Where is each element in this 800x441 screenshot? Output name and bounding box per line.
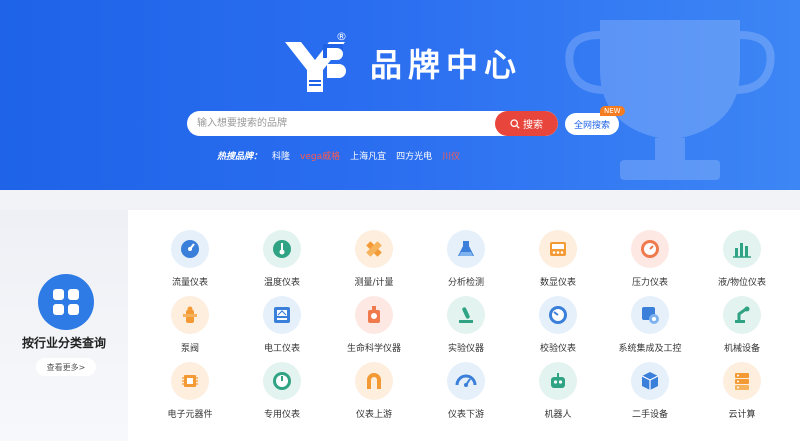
search-bar: 搜索 [187,111,558,136]
trophy-icon [565,20,775,180]
category-item[interactable]: 测量/计量 [332,230,416,294]
category-item[interactable]: 生命科学仪器 [332,296,416,360]
registered-mark: ® [336,30,347,43]
search-button-label: 搜索 [523,120,543,131]
category-item[interactable]: 流量仪表 [148,230,232,294]
category-item[interactable]: 云计算 [700,362,784,426]
category-item[interactable]: 实验仪器 [424,296,508,360]
category-item[interactable]: 电工仪表 [240,296,324,360]
category-item[interactable]: 系统集成及工控 [608,296,692,360]
hot-brand-link[interactable]: 上海凡宜 [350,149,386,162]
test-tube-icon [447,296,485,334]
speedometer-icon [447,362,485,400]
category-item[interactable]: 温度仪表 [240,230,324,294]
category-item[interactable]: 电子元器件 [148,362,232,426]
category-item[interactable]: 液/物位仪表 [700,230,784,294]
dial-icon [263,362,301,400]
search-icon [510,118,520,129]
category-item[interactable]: 数显仪表 [516,230,600,294]
calibration-gauge-icon [539,296,577,334]
server-icon [723,362,761,400]
life-science-icon [355,296,393,334]
chip-icon [171,362,209,400]
category-item[interactable]: 专用仪表 [240,362,324,426]
category-grid-icon [38,274,94,330]
sidebar-title: 按行业分类查询 [21,336,106,350]
search-button[interactable]: 搜索 [495,111,558,136]
view-more-button[interactable]: 查看更多> [36,358,96,376]
page-title: 品牌中心 [370,46,523,84]
category-item[interactable]: 泵阀 [148,296,232,360]
hot-brands-label: 热搜品牌： [217,152,263,162]
industry-sidebar: 按行业分类查询 查看更多> [0,210,128,441]
robot-arm-icon [723,296,761,334]
category-item[interactable]: 分析检测 [424,230,508,294]
search-input[interactable] [187,111,497,136]
category-item[interactable]: 二手设备 [608,362,692,426]
gauge-icon [171,230,209,268]
ruler-icon [355,230,393,268]
hot-brand-link[interactable]: 四方光电 [396,149,432,162]
hot-brand-link[interactable]: 科隆 [272,149,290,162]
category-grid: 流量仪表 温度仪表 测量/计量 分析检测 数显仪表 压力仪表 液/物位仪表 泵阀… [128,210,800,441]
hot-brand-link[interactable]: vega威格 [300,149,340,162]
new-badge: NEW [600,106,625,116]
category-item[interactable]: 机器人 [516,362,600,426]
display-meter-icon [539,230,577,268]
category-item[interactable]: 仪表下游 [424,362,508,426]
brand-banner: ® 品牌中心 搜索 全网搜索 NEW 热搜品牌： 科隆 vega威格 上海凡宜 … [0,0,800,190]
hot-brands: 热搜品牌： 科隆 vega威格 上海凡宜 四方光电 川仪 [217,149,460,162]
robot-icon [539,362,577,400]
magnet-icon [355,362,393,400]
category-item[interactable]: 机械设备 [700,296,784,360]
box-icon [631,362,669,400]
hydrant-icon [171,296,209,334]
system-integration-icon [631,296,669,334]
hot-brand-link[interactable]: 川仪 [442,149,460,162]
category-item[interactable]: 仪表上游 [332,362,416,426]
thermometer-icon [263,230,301,268]
pressure-gauge-icon [631,230,669,268]
electric-meter-icon [263,296,301,334]
category-item[interactable]: 校验仪表 [516,296,600,360]
level-meter-icon [723,230,761,268]
category-item[interactable]: 压力仪表 [608,230,692,294]
all-search-button[interactable]: 全网搜索 [565,113,619,135]
flask-icon [447,230,485,268]
